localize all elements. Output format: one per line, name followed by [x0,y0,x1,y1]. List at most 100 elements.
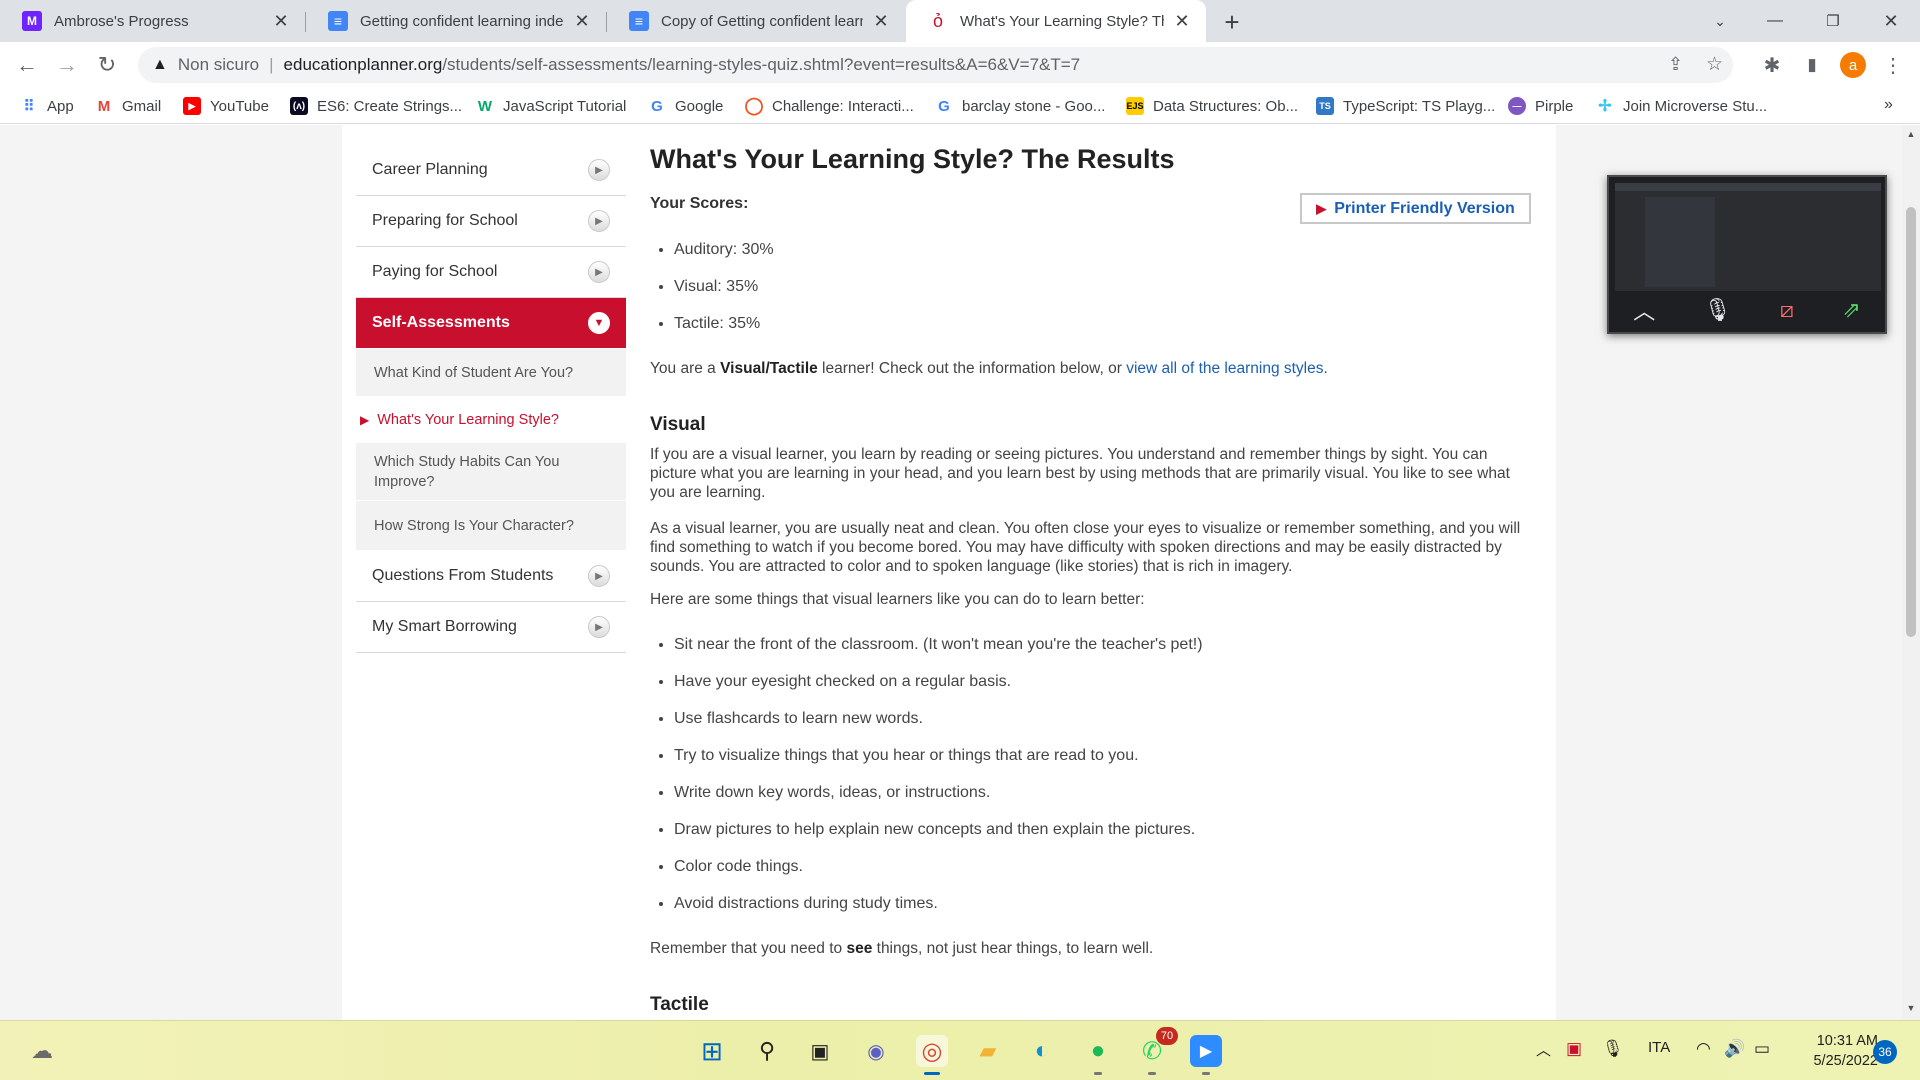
side-panel-icon[interactable]: ▮ [1799,52,1825,78]
tab-copy-getting-confident[interactable]: ≡ Copy of Getting confident learnin ✕ [607,0,905,42]
page-scrollbar[interactable]: ▲ ▼ [1902,125,1920,1020]
google-docs-icon: ≡ [328,11,348,31]
sidebar-item-preparing-for-school[interactable]: Preparing for School ▶ [356,196,626,247]
system-clock[interactable]: 10:31 AM 5/25/2022 [1790,1031,1878,1071]
printer-friendly-button[interactable]: ▶ Printer Friendly Version [1300,193,1531,224]
show-hidden-icons[interactable]: ︿ [1536,1039,1551,1060]
edge-icon[interactable]: ◐ [1026,1035,1058,1067]
scroll-down-arrow-icon[interactable]: ▼ [1906,1003,1916,1013]
sidebar-item-questions-from-students[interactable]: Questions From Students ▶ [356,551,626,602]
page-container: Career Planning ▶ Preparing for School ▶… [342,125,1556,1020]
task-view-icon[interactable]: ▣ [804,1035,836,1067]
sidebar-item-paying-for-school[interactable]: Paying for School ▶ [356,247,626,298]
bookmark-label: TypeScript: TS Playg... [1343,97,1496,115]
bookmark-star-icon[interactable]: ☆ [1706,53,1723,76]
sidebar-item-label: Career Planning [372,161,488,178]
whatsapp-icon[interactable]: ✆ 70 [1136,1027,1178,1075]
page-title: What's Your Learning Style? The Results [650,144,1175,174]
warning-triangle-icon[interactable]: ▲ [152,56,168,74]
tab-search-icon[interactable]: ⌄ [1697,6,1743,36]
bookmark-app[interactable]: ⠿ App [20,94,74,118]
sidebar-item-label: My Smart Borrowing [372,618,517,635]
bookmark-es6[interactable]: (ʌ) ES6: Create Strings... [290,94,462,118]
share-icon[interactable]: ⇪ [1668,54,1683,75]
bookmark-barclay-stone[interactable]: Gbarclay stone - Goo... [935,94,1105,118]
address-bar[interactable]: ▲ Non sicuro | educationplanner.org /stu… [138,47,1733,83]
restore-button[interactable]: ❐ [1810,6,1856,36]
notification-count-badge[interactable]: 36 [1873,1040,1897,1064]
visual-heading: Visual [650,414,706,435]
tab-getting-confident[interactable]: ≡ Getting confident learning indep ✕ [306,0,606,42]
open-external-icon[interactable]: ⇗ [1842,297,1860,323]
microphone-icon[interactable]: 🎙 [1704,297,1732,323]
visual-tips-list: Sit near the front of the classroom. (It… [674,635,1203,931]
reload-icon[interactable]: ↻ [92,50,122,80]
url-host: educationplanner.org [283,55,443,74]
search-icon[interactable]: ⚲ [751,1035,783,1067]
back-arrow-icon[interactable]: ← [12,50,42,80]
new-tab-button[interactable]: + [1218,7,1246,37]
close-icon[interactable]: ✕ [572,11,592,31]
scroll-thumb[interactable] [1906,207,1916,637]
close-window-button[interactable]: ✕ [1868,6,1914,36]
minimize-button[interactable]: — [1752,6,1798,36]
tab-title: Ambrose's Progress [54,12,189,30]
floating-video-window[interactable]: ︿ 🎙 ⧄ ⇗ [1607,175,1887,334]
khan-circle-icon: ◯ [744,96,764,115]
bookmark-data-structures[interactable]: EJS Data Structures: Ob... [1126,94,1298,118]
apple-icon: ỏ [932,10,943,31]
sidebar-item-career-planning[interactable]: Career Planning ▶ [356,145,626,196]
sidebar-subitem-learning-style[interactable]: ▶ What's Your Learning Style? [356,397,626,443]
gmail-icon: M [97,97,111,115]
clock-date: 5/25/2022 [1813,1053,1878,1069]
visual-paragraph-2: As a visual learner, you are usually nea… [650,520,1521,575]
list-item: Sit near the front of the classroom. (It… [674,635,1203,672]
youtube-icon: ▶ [183,97,201,115]
bookmark-label: Join Microverse Stu... [1623,97,1768,115]
sidebar-subitem-strong-character[interactable]: How Strong Is Your Character? [356,501,626,551]
bookmark-youtube[interactable]: ▶ YouTube [183,94,269,118]
spotify-icon[interactable]: ● [1082,1035,1114,1075]
bookmark-challenge[interactable]: ◯ Challenge: Interacti... [744,94,913,118]
profile-avatar[interactable]: a [1840,52,1866,78]
sidebar-subitem-what-kind-of-student[interactable]: What Kind of Student Are You? [356,349,626,397]
zoom-icon[interactable]: ▶ [1190,1035,1222,1075]
weather-widget-icon[interactable]: ☁ [26,1035,58,1067]
sidebar-item-self-assessments[interactable]: Self-Assessments ▼ [356,298,626,349]
acrobat-tray-icon[interactable]: ▣ [1566,1039,1582,1059]
menu-dots-icon[interactable]: ⋮ [1880,52,1906,78]
list-item: Use flashcards to learn new words. [674,709,1203,746]
play-arrow-icon: ▶ [588,565,610,587]
sidebar-subitem-study-habits[interactable]: Which Study Habits Can You Improve? [356,443,626,501]
battery-icon[interactable]: ▭ [1754,1039,1770,1059]
bookmark-javascript-tutorial[interactable]: W JavaScript Tutorial [476,94,626,118]
bookmark-label: Data Structures: Ob... [1153,97,1299,115]
close-icon[interactable]: ✕ [871,11,891,31]
scroll-up-arrow-icon[interactable]: ▲ [1906,129,1916,139]
language-indicator[interactable]: ITA [1648,1039,1670,1056]
camera-off-icon[interactable]: ⧄ [1780,297,1794,323]
volume-icon[interactable]: 🔊 [1724,1039,1745,1059]
windows-start-icon[interactable]: ⊞ [696,1035,728,1067]
score-auditory: Auditory: 30% [674,240,774,277]
more-bookmarks-icon[interactable]: » [1884,96,1893,114]
close-icon[interactable]: ✕ [271,11,291,31]
extensions-puzzle-icon[interactable]: ✱ [1759,52,1785,78]
tab-ambroses-progress[interactable]: M Ambrose's Progress ✕ [0,0,305,42]
tab-learning-style[interactable]: ỏ What's Your Learning Style? The R ✕ [906,0,1206,42]
teams-chat-icon[interactable]: ◉ [860,1035,892,1067]
bookmark-microverse[interactable]: ✢ Join Microverse Stu... [1596,94,1767,118]
sidebar-item-my-smart-borrowing[interactable]: My Smart Borrowing ▶ [356,602,626,653]
bookmark-typescript[interactable]: TS TypeScript: TS Playg... [1316,94,1495,118]
wifi-icon[interactable]: ◠ [1696,1039,1711,1059]
forward-arrow-icon[interactable]: → [52,50,82,80]
chrome-icon[interactable]: ◎ [916,1035,948,1075]
bookmark-gmail[interactable]: M Gmail [95,94,161,118]
microphone-tray-icon[interactable]: 🎙 [1602,1039,1624,1059]
bookmark-google[interactable]: G Google [648,94,723,118]
close-icon[interactable]: ✕ [1172,11,1192,31]
view-all-styles-link[interactable]: view all of the learning styles [1126,360,1323,377]
file-explorer-icon[interactable]: ▰ [972,1035,1004,1067]
chevron-up-icon[interactable]: ︿ [1633,294,1655,326]
bookmark-pirple[interactable]: — Pirple [1508,94,1573,118]
